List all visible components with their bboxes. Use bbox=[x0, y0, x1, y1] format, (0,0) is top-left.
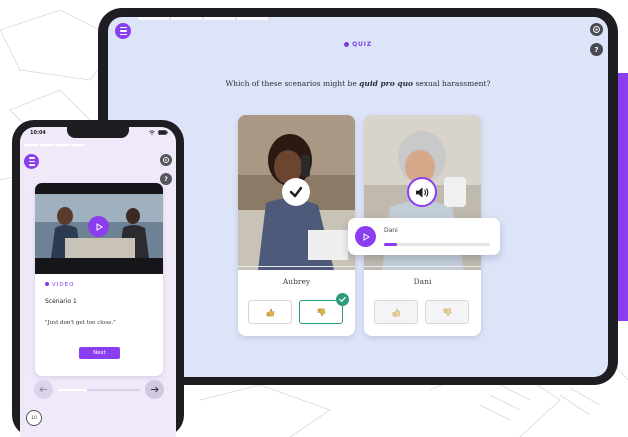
play-icon bbox=[363, 232, 370, 241]
thumbs-down-icon bbox=[443, 308, 451, 316]
thumbs-down-button[interactable] bbox=[299, 293, 349, 324]
thumbs-down-icon bbox=[317, 308, 325, 316]
previous-button[interactable] bbox=[34, 380, 53, 399]
video-tag: VIDEO bbox=[45, 282, 74, 288]
phone-nav-progress bbox=[58, 389, 140, 391]
status-icons bbox=[149, 130, 168, 135]
scenario-quote: "Just don't get too close." bbox=[45, 320, 116, 326]
phone-progress bbox=[24, 144, 84, 146]
audio-progress-track[interactable] bbox=[384, 243, 490, 246]
thumbs-up-button[interactable] bbox=[374, 300, 418, 324]
video-card: VIDEO Scenario 1 "Just don't get too clo… bbox=[35, 183, 163, 376]
thumbs-up-icon bbox=[392, 308, 400, 316]
speaker-icon bbox=[415, 186, 428, 198]
forward-button[interactable] bbox=[145, 380, 164, 399]
audio-play-button[interactable] bbox=[355, 226, 376, 247]
phone-screen: 10:04 ? VIDEO Scenario 1 "Just don't get… bbox=[20, 127, 176, 437]
tablet-progress bbox=[138, 17, 268, 20]
settings-icon bbox=[162, 156, 170, 164]
phone-device: 10:04 ? VIDEO Scenario 1 "Just don't get… bbox=[12, 120, 184, 437]
speaker-button[interactable] bbox=[407, 177, 437, 207]
question-text: Which of these scenarios might be quid p… bbox=[225, 79, 491, 88]
audio-progress-fill bbox=[384, 243, 397, 246]
phone-menu-button[interactable] bbox=[24, 154, 39, 169]
arrow-right-icon bbox=[151, 386, 159, 393]
settings-button[interactable] bbox=[590, 23, 603, 36]
settings-icon bbox=[593, 26, 600, 33]
next-button[interactable]: Next bbox=[79, 347, 120, 359]
status-time: 10:04 bbox=[30, 130, 46, 136]
audio-label: Dani bbox=[384, 227, 398, 234]
thumbs-up-icon bbox=[266, 308, 274, 316]
timer-icon[interactable]: 10 bbox=[26, 410, 42, 426]
check-icon bbox=[339, 296, 346, 303]
phone-navigation bbox=[34, 380, 164, 400]
menu-icon bbox=[28, 157, 35, 166]
card-name-aubrey: Aubrey bbox=[282, 277, 311, 286]
dani-vote-buttons bbox=[374, 300, 469, 324]
quiz-dot-icon bbox=[344, 42, 350, 47]
thumbs-down-button[interactable] bbox=[425, 300, 469, 324]
marketing-stage: ? QUIZ Which of these scenarios might be… bbox=[0, 0, 628, 437]
thumbs-up-button[interactable] bbox=[248, 300, 292, 324]
correct-badge bbox=[336, 293, 349, 306]
aubrey-vote-buttons bbox=[248, 293, 349, 324]
wifi-icon bbox=[149, 130, 155, 135]
quiz-label: QUIZ bbox=[108, 41, 608, 48]
video-dot-icon bbox=[45, 282, 49, 286]
menu-icon bbox=[119, 26, 127, 36]
card-name-dani: Dani bbox=[413, 277, 432, 286]
play-icon bbox=[96, 222, 103, 231]
arrow-left-icon bbox=[39, 386, 47, 393]
check-icon bbox=[289, 186, 303, 198]
scenario-title: Scenario 1 bbox=[45, 298, 77, 305]
battery-icon bbox=[158, 130, 168, 135]
audio-player-popup: Dani bbox=[348, 218, 500, 255]
video-play-button[interactable] bbox=[88, 216, 109, 237]
selected-check bbox=[282, 178, 310, 206]
video-player[interactable] bbox=[35, 183, 163, 274]
phone-settings-button[interactable] bbox=[160, 154, 172, 166]
menu-button[interactable] bbox=[115, 23, 131, 39]
help-icon: ? bbox=[164, 175, 168, 183]
scenario-card-aubrey[interactable]: Aubrey bbox=[238, 115, 355, 336]
